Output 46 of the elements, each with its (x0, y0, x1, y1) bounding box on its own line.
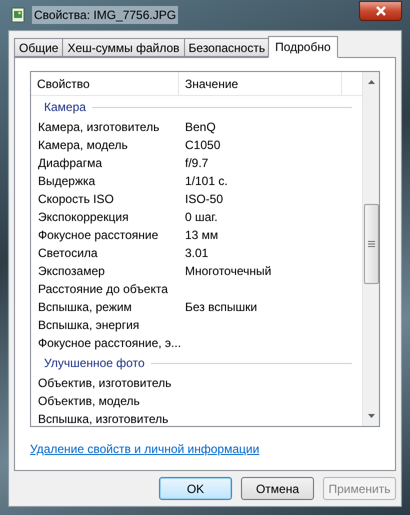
property-name: Объектив, модель (37, 393, 141, 410)
property-value: f/9.7 (184, 155, 208, 172)
dialog-button[interactable]: OK (159, 477, 232, 500)
tab[interactable]: Общие (14, 38, 62, 57)
property-name: Выдержка (37, 173, 96, 190)
scroll-down-icon[interactable] (368, 414, 374, 418)
property-name: Камера, модель (37, 137, 129, 154)
group-header: Улучшенное фото (44, 355, 145, 372)
dialog-button[interactable]: Отмена (241, 477, 314, 500)
scroll-thumb[interactable] (364, 204, 378, 284)
column-header[interactable]: Свойство (31, 72, 179, 95)
property-value: 3.01 (184, 245, 208, 262)
scroll-up-icon[interactable] (368, 80, 374, 84)
property-name: Объектив, изготовитель (37, 375, 172, 392)
property-name: Расстояние до объекта (37, 281, 169, 298)
close-icon (374, 6, 386, 16)
property-value: BenQ (184, 119, 216, 136)
property-value: Без вспышки (184, 299, 258, 316)
property-name: Скорость ISO (37, 191, 115, 208)
group-header: Камера (44, 99, 86, 116)
property-name: Фокусное расстояние (37, 227, 160, 244)
property-value: 0 шаг. (184, 209, 218, 226)
property-name: Камера, изготовитель (37, 119, 160, 136)
property-name: Фокусное расстояние, э... (37, 335, 179, 352)
property-name: Вспышка, энергия (37, 317, 140, 334)
property-name: Экспозамер (37, 263, 106, 280)
image-file-icon (10, 7, 26, 23)
property-name: Диафрагма (37, 155, 104, 172)
close-button[interactable] (359, 1, 402, 21)
window-title: Свойства: IMG_7756.JPG (32, 6, 178, 24)
column-header[interactable]: Значение (179, 72, 342, 95)
scrollbar[interactable] (362, 72, 379, 426)
property-name: Вспышка, изготовитель (37, 411, 170, 426)
property-value: ISO-50 (184, 191, 224, 208)
property-name: Экспокоррекция (37, 209, 130, 226)
remove-properties-link[interactable]: Удаление свойств и личной информации (30, 440, 260, 458)
grip-icon (368, 241, 374, 247)
property-value: 13 мм (184, 227, 218, 244)
property-name: Вспышка, режим (37, 299, 133, 316)
property-value: Многоточечный (184, 263, 272, 280)
tab[interactable]: Безопасность (184, 38, 270, 57)
tab[interactable]: Подробно (268, 36, 338, 58)
tab[interactable]: Хеш-суммы файлов (62, 38, 184, 57)
property-value: C1050 (184, 137, 220, 154)
property-value: 1/101 с. (184, 173, 228, 190)
property-name: Светосила (37, 245, 99, 262)
